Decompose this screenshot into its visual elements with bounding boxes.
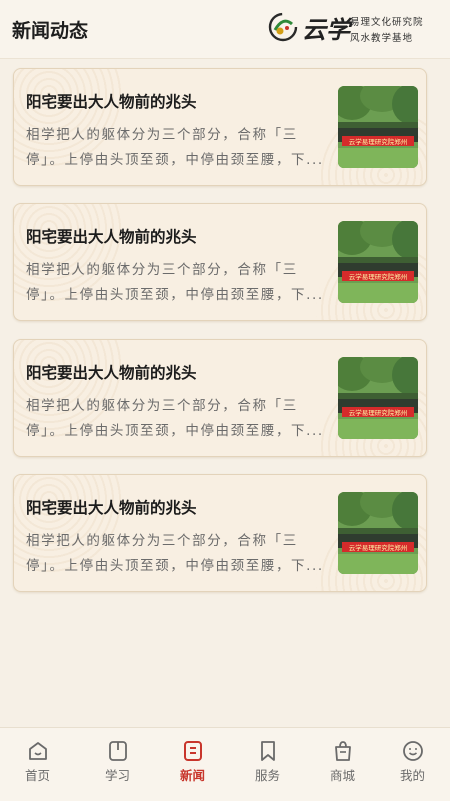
news-card[interactable]: 阳宅要出大人物前的兆头 相学把人的躯体分为三个部分，合称「三停」。上停由头顶至颈… [13, 339, 427, 457]
bookmark-icon [261, 741, 275, 761]
group-photo-image: 云学易理研究院郑州 [338, 221, 418, 303]
news-card[interactable]: 阳宅要出大人物前的兆头 相学把人的躯体分为三个部分，合称「三停」。上停由头顶至颈… [13, 68, 427, 186]
tab-study[interactable]: 学习 [80, 728, 155, 801]
news-title: 阳宅要出大人物前的兆头 [26, 499, 197, 517]
news-title: 阳宅要出大人物前的兆头 [26, 228, 197, 246]
news-thumbnail: 云学易理研究院郑州 [338, 221, 418, 303]
tab-profile[interactable]: 我的 [375, 728, 450, 801]
news-summary: 相学把人的躯体分为三个部分，合称「三停」。上停由头顶至颈，中停由颈至腰，下... [26, 398, 324, 439]
page-title: 新闻动态 [12, 20, 89, 42]
tab-mall[interactable]: 商城 [305, 728, 380, 801]
book-icon [109, 741, 127, 761]
tab-label: 学习 [104, 768, 130, 783]
shop-icon [335, 741, 351, 761]
news-title: 阳宅要出大人物前的兆头 [26, 93, 197, 111]
news-thumbnail: 云学易理研究院郑州 [338, 492, 418, 574]
news-card[interactable]: 阳宅要出大人物前的兆头 相学把人的躯体分为三个部分，合称「三停」。上停由头顶至颈… [13, 474, 427, 592]
banner-text: 云学易理研究院郑州 [349, 272, 408, 281]
news-thumbnail: 云学易理研究院郑州 [338, 86, 418, 168]
group-photo-image: 云学易理研究院郑州 [338, 86, 418, 168]
brand-logo: 云学 易理文化研究院 风水教学基地 [268, 8, 440, 50]
news-summary: 相学把人的躯体分为三个部分，合称「三停」。上停由头顶至颈，中停由颈至腰，下... [26, 533, 324, 574]
news-summary: 相学把人的躯体分为三个部分，合称「三停」。上停由头顶至颈，中停由颈至腰，下... [26, 262, 324, 303]
tab-news[interactable]: 新闻 [155, 728, 230, 801]
logo-mark-text: 云学 [302, 15, 350, 44]
tab-label: 服务 [254, 768, 280, 783]
bottom-tab-bar: 首页 学习 新闻 服务 商城 我的 [0, 727, 450, 801]
news-summary: 相学把人的躯体分为三个部分，合称「三停」。上停由头顶至颈，中停由颈至腰，下... [26, 127, 324, 168]
banner-text: 云学易理研究院郑州 [349, 408, 408, 417]
app-header: 新闻动态 云学 易理文化研究院 风水教学基地 [0, 0, 450, 59]
banner-text: 云学易理研究院郑州 [349, 137, 408, 146]
logo-emblem-icon [268, 12, 298, 42]
tab-service[interactable]: 服务 [230, 728, 305, 801]
news-icon [184, 741, 202, 761]
news-card[interactable]: 阳宅要出大人物前的兆头 相学把人的躯体分为三个部分，合称「三停」。上停由头顶至颈… [13, 203, 427, 321]
logo-line-2: 风水教学基地 [350, 33, 414, 44]
logo-line-1: 易理文化研究院 [350, 17, 424, 28]
news-thumbnail: 云学易理研究院郑州 [338, 357, 418, 439]
group-photo-image: 云学易理研究院郑州 [338, 492, 418, 574]
tab-label: 商城 [329, 768, 355, 783]
tab-home[interactable]: 首页 [0, 728, 75, 801]
group-photo-image: 云学易理研究院郑州 [338, 357, 418, 439]
banner-text: 云学易理研究院郑州 [349, 543, 408, 552]
tab-label: 首页 [24, 768, 50, 783]
tab-label: 新闻 [179, 768, 205, 783]
news-title: 阳宅要出大人物前的兆头 [26, 364, 197, 382]
profile-icon [403, 741, 423, 761]
tab-label: 我的 [399, 768, 425, 783]
home-icon [29, 742, 47, 760]
